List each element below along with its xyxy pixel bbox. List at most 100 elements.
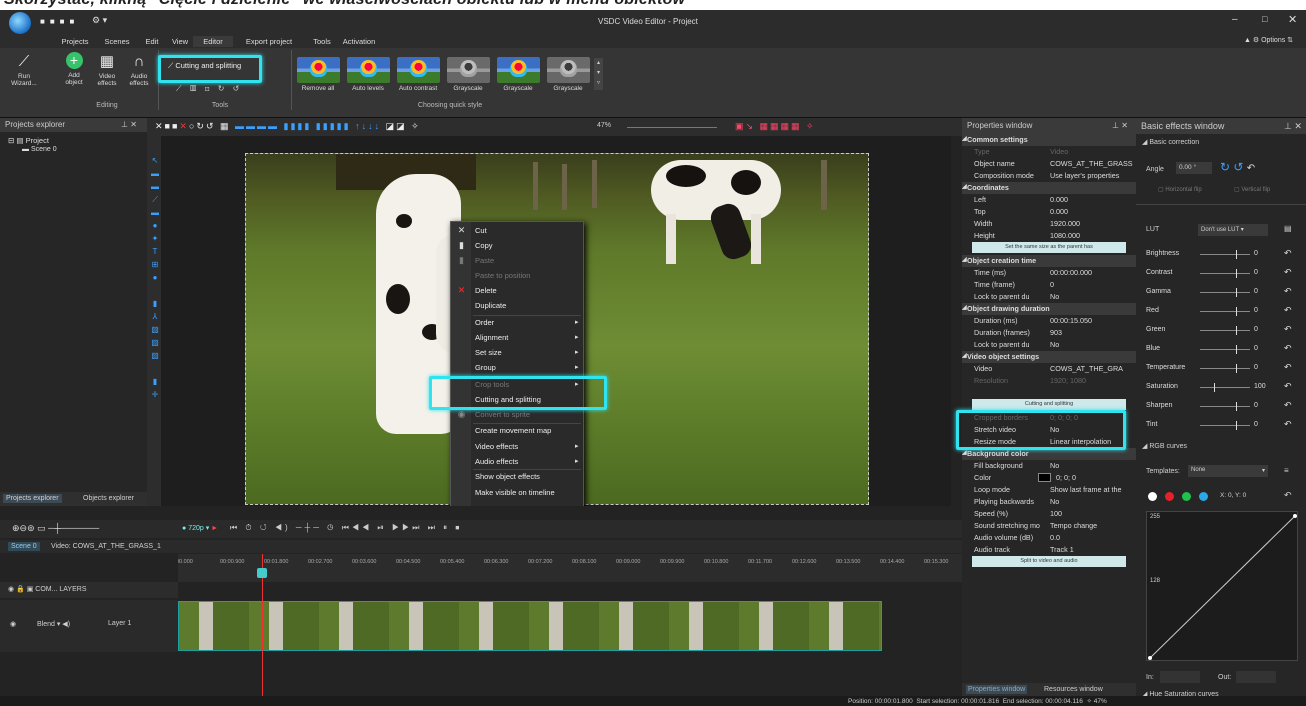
slider-track[interactable] <box>1200 273 1250 274</box>
pin-close-icon[interactable]: ⊥ ✕ <box>121 120 137 129</box>
context-menu-item-copy[interactable]: Copy <box>475 241 493 250</box>
quick-style-thumb[interactable] <box>347 57 390 83</box>
property-section[interactable]: Video object settings ◢ <box>962 351 1136 363</box>
tab-resources-window[interactable]: Resources window <box>1042 685 1105 694</box>
basic-correction-section[interactable]: ◢ Basic correction <box>1142 138 1199 146</box>
slider-track[interactable] <box>1200 292 1250 293</box>
slider-thumb[interactable] <box>1236 269 1237 278</box>
context-menu-item-video-effects[interactable]: Video effects ▸ <box>475 442 579 451</box>
visibility-icon[interactable]: ◉ <box>10 620 16 628</box>
minimize-button[interactable]: – <box>1232 14 1238 25</box>
reset-icon[interactable]: ↶ <box>1284 400 1292 411</box>
tools-row-icons[interactable]: ⟋ ▥ ⊡ ↻ ↺ <box>176 84 242 94</box>
app-logo-icon[interactable] <box>9 12 31 34</box>
menu-item-tools[interactable]: Tools <box>305 36 339 47</box>
property-row[interactable]: Type Video <box>962 146 1136 158</box>
tab-projects-explorer[interactable]: Projects explorer <box>3 494 62 503</box>
property-row[interactable]: Duration (ms) 00:00:15.050 <box>962 315 1136 327</box>
context-menu-item-audio-effects[interactable]: Audio effects ▸ <box>475 457 579 466</box>
slider-thumb[interactable] <box>1236 345 1237 354</box>
quick-style-thumb[interactable] <box>447 57 490 83</box>
playhead-handle[interactable] <box>257 568 267 578</box>
quick-style-thumb[interactable] <box>397 57 440 83</box>
property-row[interactable]: Duration (frames) 903 <box>962 327 1136 339</box>
context-menu-item-paste-to-position[interactable]: Paste to position <box>475 271 530 280</box>
context-menu-item-convert-to-sprite[interactable]: Convert to sprite <box>475 410 530 419</box>
context-menu-item-set-size[interactable]: Set size ▸ <box>475 348 579 357</box>
effect-slider-brightness[interactable]: Brightness 0 ↶ <box>1136 248 1306 262</box>
reset-icon[interactable]: ↶ <box>1284 343 1292 354</box>
curve-channel-swatch[interactable] <box>1148 492 1157 501</box>
property-button[interactable]: Cutting and splitting <box>972 399 1126 410</box>
property-section[interactable]: Object creation time ◢ <box>962 255 1136 267</box>
property-section[interactable]: Coordinates ◢ <box>962 182 1136 194</box>
slider-track[interactable] <box>1200 387 1250 388</box>
property-row[interactable]: Audio volume (dB) 0.0 <box>962 532 1136 544</box>
quick-access-settings-icon[interactable]: ⚙ ▾ <box>92 15 107 26</box>
effect-slider-tint[interactable]: Tint 0 ↶ <box>1136 419 1306 433</box>
property-row[interactable]: Width 1920.000 <box>962 218 1136 230</box>
reset-icon[interactable]: ↶ <box>1284 362 1292 373</box>
timeline-ruler[interactable]: 00.000 00:00.900 00:01.800 00:02.700 00:03.6… <box>178 554 962 582</box>
color-swatch[interactable] <box>1038 473 1051 482</box>
vertical-flip-checkbox[interactable]: ▢ Vertical flip <box>1234 186 1270 193</box>
quick-style-thumb[interactable] <box>547 57 590 83</box>
quality-select[interactable]: ● 720p ▾ ► <box>182 524 218 532</box>
property-row[interactable]: Object name COWS_AT_THE_GRASS <box>962 158 1136 170</box>
property-row[interactable]: Top 0.000 <box>962 206 1136 218</box>
tab-properties-window[interactable]: Properties window <box>966 685 1028 694</box>
curve-channel-swatch[interactable] <box>1199 492 1208 501</box>
reset-icon[interactable]: ↶ <box>1284 286 1292 297</box>
property-row[interactable]: Speed (%) 100 <box>962 508 1136 520</box>
slider-track[interactable] <box>1200 349 1250 350</box>
video-clip-track[interactable] <box>178 601 882 651</box>
effect-slider-sharpen[interactable]: Sharpen 0 ↶ <box>1136 400 1306 414</box>
property-button[interactable]: Set the same size as the parent has <box>972 242 1126 253</box>
quick-style-thumb[interactable] <box>497 57 540 83</box>
property-row[interactable]: Time (ms) 00:00:00.000 <box>962 267 1136 279</box>
rgb-curves-section[interactable]: ◢ RGB curves <box>1142 442 1187 450</box>
tab-video-object[interactable]: Video: COWS_AT_THE_GRASS_1 <box>48 542 164 551</box>
property-row[interactable] <box>962 387 1136 399</box>
property-row[interactable]: Left 0.000 <box>962 194 1136 206</box>
effect-slider-temperature[interactable]: Temperature 0 ↶ <box>1136 362 1306 376</box>
property-row[interactable]: Lock to parent du No <box>962 291 1136 303</box>
cutting-splitting-ribbon-button[interactable]: ⟋ Cutting and splitting <box>168 61 241 71</box>
context-menu-item-group[interactable]: Group ▸ <box>475 363 579 372</box>
video-effects-button[interactable]: ▦ Video effects <box>94 52 120 88</box>
slider-thumb[interactable] <box>1236 250 1237 259</box>
context-menu-item-make-visible-on-timeline[interactable]: Make visible on timeline <box>475 488 555 497</box>
effect-slider-saturation[interactable]: Saturation 100 ↶ <box>1136 381 1306 395</box>
menu-item-projects[interactable]: Projects <box>53 36 97 47</box>
context-menu-item-duplicate[interactable]: Duplicate <box>475 301 506 310</box>
run-wizard-button[interactable]: ⟋ Run Wizard... <box>7 52 41 88</box>
property-section[interactable]: Object drawing duration ◢ <box>962 303 1136 315</box>
slider-track[interactable] <box>1200 330 1250 331</box>
menu-item-export-project[interactable]: Export project <box>233 36 305 47</box>
rgb-curve-editor[interactable]: 255 128 <box>1146 511 1298 661</box>
tree-scene[interactable]: ▬ Scene 0 <box>22 146 57 153</box>
property-row[interactable]: Resolution 1920; 1080 <box>962 375 1136 387</box>
property-row[interactable]: Sound stretching mo Tempo change <box>962 520 1136 532</box>
context-menu-item-order[interactable]: Order ▸ <box>475 318 579 327</box>
slider-thumb[interactable] <box>1236 402 1237 411</box>
property-row[interactable]: Playing backwards No <box>962 496 1136 508</box>
reset-icon[interactable]: ↶ <box>1284 248 1292 259</box>
slider-thumb[interactable] <box>1236 326 1237 335</box>
lut-select[interactable]: Don't use LUT ▾ <box>1198 224 1268 236</box>
angle-input[interactable]: 0.00 ° <box>1176 162 1212 174</box>
reset-icon[interactable]: ↶ <box>1284 419 1292 430</box>
reset-icon[interactable]: ↶ <box>1284 267 1292 278</box>
zoom-value[interactable]: 47% <box>597 122 611 129</box>
menu-item-view[interactable]: View <box>167 36 193 47</box>
effect-slider-green[interactable]: Green 0 ↶ <box>1136 324 1306 338</box>
property-row[interactable]: Loop mode Show last frame at the <box>962 484 1136 496</box>
horizontal-flip-checkbox[interactable]: ▢ Horizontal flip <box>1158 186 1202 193</box>
property-row[interactable]: Lock to parent du No <box>962 339 1136 351</box>
audio-effects-button[interactable]: ∩ Audio effects <box>126 52 152 88</box>
property-row[interactable]: Composition mode Use layer's properties <box>962 170 1136 182</box>
layer-row[interactable]: ◉ Blend ▾ ◀) Layer 1 <box>0 600 178 652</box>
slider-thumb[interactable] <box>1236 288 1237 297</box>
reset-icon[interactable]: ↶ <box>1284 381 1292 392</box>
curve-channel-swatch[interactable] <box>1182 492 1191 501</box>
